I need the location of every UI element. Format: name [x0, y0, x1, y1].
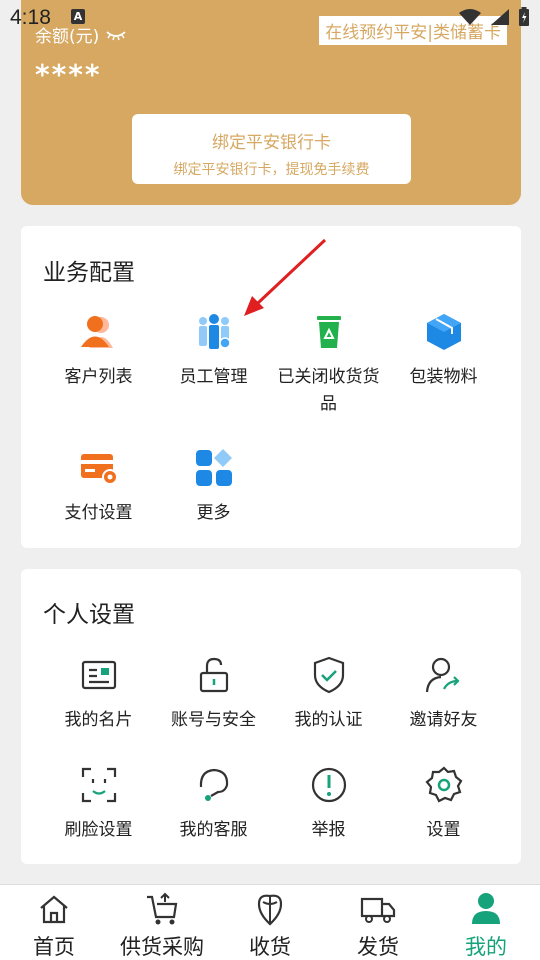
bind-bank-card-button[interactable]: 绑定平安银行卡 绑定平安银行卡，提现免手续费	[132, 114, 411, 184]
payment-card-icon	[79, 448, 119, 488]
grid-item-label: 包装物料	[409, 367, 478, 387]
grid-item-label: 邀请好友	[409, 710, 478, 730]
tab-home[interactable]: 首页	[0, 891, 108, 960]
grid-item-label: 我的名片	[64, 710, 133, 730]
status-icons	[458, 7, 530, 27]
gear-icon	[424, 765, 464, 805]
grid-item-customer-list[interactable]: 客户列表	[41, 312, 156, 391]
tab-label: 首页	[33, 935, 75, 959]
grid-item-label: 支付设置	[64, 503, 133, 523]
grid-item-invite-friends[interactable]: 邀请好友	[386, 655, 501, 734]
battery-icon	[519, 7, 529, 26]
grid-item-label: 更多	[196, 503, 231, 523]
grid-item-face-settings[interactable]: 刷脸设置	[41, 765, 156, 844]
tab-label: 我的	[465, 935, 507, 959]
truck-icon	[324, 891, 432, 927]
tab-receive[interactable]: 收货	[216, 891, 324, 960]
grid-item-label: 设置	[426, 820, 461, 840]
exclamation-icon	[309, 765, 349, 805]
status-time: 4:18	[10, 6, 51, 29]
staff-management-icon	[194, 312, 234, 352]
grid-item-my-certification[interactable]: 我的认证	[271, 655, 386, 734]
grid-item-label: 员工管理	[179, 367, 248, 387]
invite-user-icon	[424, 655, 464, 695]
grid-item-label: 账号与安全	[171, 710, 256, 730]
bind-card-subtitle: 绑定平安银行卡，提现免手续费	[173, 162, 370, 178]
grid-item-closed-goods[interactable]: 已关闭收货货品	[271, 312, 386, 418]
package-box-icon	[424, 312, 464, 352]
recycle-bin-icon	[309, 312, 349, 352]
section-title: 业务配置	[43, 260, 135, 286]
status-bar: 4:18 A	[0, 0, 540, 36]
bottom-tab-bar: 首页 供货采购 收货 发货 我的	[0, 884, 540, 960]
grid-more-icon	[194, 448, 234, 488]
tab-label: 收货	[249, 935, 291, 959]
grid-item-label: 客户列表	[64, 367, 133, 387]
grid-item-packaging[interactable]: 包装物料	[386, 312, 501, 391]
grid-item-settings[interactable]: 设置	[386, 765, 501, 844]
grid-item-account-security[interactable]: 账号与安全	[156, 655, 271, 734]
grid-item-my-card[interactable]: 我的名片	[41, 655, 156, 734]
section-title: 个人设置	[43, 602, 135, 628]
user-icon	[432, 891, 540, 927]
customer-list-icon	[79, 312, 119, 352]
tab-supply-purchase[interactable]: 供货采购	[108, 891, 216, 960]
produce-icon	[216, 891, 324, 927]
shield-check-icon	[309, 655, 349, 695]
grid-item-more[interactable]: 更多	[156, 448, 271, 527]
grid-item-label: 已关闭收货货品	[277, 367, 380, 414]
tab-mine[interactable]: 我的	[432, 891, 540, 960]
tab-label: 发货	[357, 935, 399, 959]
grid-item-customer-service[interactable]: 我的客服	[156, 765, 271, 844]
grid-item-label: 我的客服	[179, 820, 248, 840]
headset-icon	[194, 765, 234, 805]
grid-item-payment-settings[interactable]: 支付设置	[41, 448, 156, 527]
tab-ship[interactable]: 发货	[324, 891, 432, 960]
notification-icon: A	[71, 9, 85, 24]
wifi-icon	[459, 9, 481, 25]
business-config-section: 业务配置 客户列表 员工管理 已关闭收货货品 包装物料 支付设置 更多	[21, 226, 521, 548]
tab-label: 供货采购	[120, 935, 204, 959]
unlock-icon	[194, 655, 234, 695]
cart-icon	[108, 891, 216, 927]
home-icon	[0, 891, 108, 927]
grid-item-label: 举报	[311, 820, 346, 840]
grid-item-label: 刷脸设置	[64, 820, 133, 840]
grid-item-staff-management[interactable]: 员工管理	[156, 312, 271, 391]
bind-card-title: 绑定平安银行卡	[212, 133, 331, 153]
signal-icon	[491, 9, 509, 25]
face-scan-icon	[79, 765, 119, 805]
grid-item-report[interactable]: 举报	[271, 765, 386, 844]
personal-settings-section: 个人设置 我的名片 账号与安全 我的认证 邀请好友 刷脸设置 我的客服 举报 设…	[21, 569, 521, 864]
grid-item-label: 我的认证	[294, 710, 363, 730]
balance-amount: ****	[35, 58, 102, 91]
business-card-icon	[79, 655, 119, 695]
